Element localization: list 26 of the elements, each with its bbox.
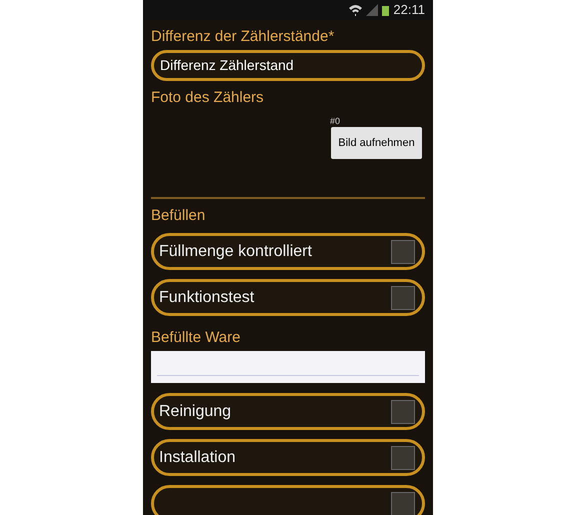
input-field[interactable]: Differenz Zählerstand bbox=[151, 50, 425, 81]
section-label: Differenz der Zählerstände* bbox=[151, 27, 334, 47]
checkbox-label: Funktionstest bbox=[159, 288, 254, 308]
photo-count: #0 bbox=[330, 115, 340, 127]
status-time: 22:11 bbox=[393, 1, 425, 20]
checkbox-label: Füllmenge kontrolliert bbox=[159, 242, 312, 262]
section-label: Befüllen bbox=[151, 206, 206, 226]
checkbox[interactable] bbox=[391, 400, 415, 424]
input-field[interactable] bbox=[151, 351, 425, 383]
checkbox-label: Installation bbox=[159, 448, 236, 468]
checkbox-row[interactable]: Installation bbox=[151, 439, 425, 476]
section-label: Befüllte Ware bbox=[151, 328, 240, 348]
take-photo-button[interactable]: Bild aufnehmen bbox=[331, 127, 422, 159]
checkbox-row[interactable]: Füllmenge kontrolliert bbox=[151, 233, 425, 270]
checkbox[interactable] bbox=[391, 446, 415, 470]
signal-icon bbox=[366, 4, 378, 16]
section-label: Foto des Zählers bbox=[151, 88, 264, 108]
battery-icon bbox=[382, 4, 390, 16]
checkbox-row[interactable] bbox=[151, 485, 425, 515]
checkbox[interactable] bbox=[391, 286, 415, 310]
checkbox-row[interactable]: Funktionstest bbox=[151, 279, 425, 316]
wifi-icon bbox=[349, 4, 362, 16]
checkbox-label: Reinigung bbox=[159, 402, 232, 422]
checkbox-row[interactable]: Reinigung bbox=[151, 393, 425, 430]
checkbox[interactable] bbox=[391, 492, 415, 515]
checkbox[interactable] bbox=[391, 240, 415, 264]
